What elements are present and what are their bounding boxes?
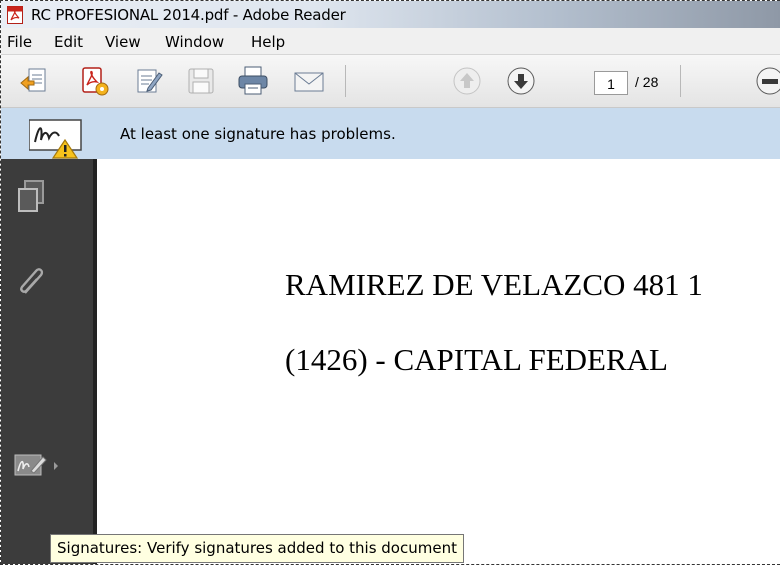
window-title: RC PROFESIONAL 2014.pdf - Adobe Reader [31,6,346,24]
menu-edit[interactable]: Edit [54,33,83,51]
page-down-icon[interactable] [504,65,538,97]
edit-icon[interactable] [131,65,165,97]
signature-warning-icon [29,119,82,159]
toolbar-separator [680,65,681,97]
document-text-line: RAMIREZ DE VELAZCO 481 1 [285,267,703,302]
signatures-icon[interactable] [13,445,61,485]
zoom-out-icon[interactable] [753,65,780,97]
menu-bar: File Edit View Window Help [1,28,780,55]
page-number-input[interactable]: 1 [594,71,628,95]
menu-file[interactable]: File [7,33,32,51]
navigation-pane [1,159,97,564]
page-total: / 28 [635,74,659,90]
menu-view[interactable]: View [105,33,141,51]
print-icon[interactable] [236,65,270,97]
signatures-tooltip: Signatures: Verify signatures added to t… [50,534,464,563]
toolbar-separator [345,65,346,97]
open-icon[interactable] [18,65,52,97]
save-icon[interactable] [184,65,218,97]
create-pdf-icon[interactable] [77,65,111,97]
attachments-icon[interactable] [13,263,53,303]
menu-help[interactable]: Help [251,33,285,51]
pages-icon[interactable] [13,177,53,217]
document-text-line: (1426) - CAPITAL FEDERAL [285,342,668,377]
email-icon[interactable] [292,65,326,97]
signature-warning-bar: At least one signature has problems. [1,108,780,160]
signature-warning-message: At least one signature has problems. [120,125,396,143]
menu-window[interactable]: Window [165,33,224,51]
pdf-app-icon [7,6,23,24]
document-view[interactable]: RAMIREZ DE VELAZCO 481 1 (1426) - CAPITA… [97,159,780,564]
page-up-icon[interactable] [450,65,484,97]
title-bar: RC PROFESIONAL 2014.pdf - Adobe Reader [1,1,780,28]
app-window: RC PROFESIONAL 2014.pdf - Adobe Reader F… [0,0,780,565]
toolbar: 1 / 28 [1,55,780,108]
